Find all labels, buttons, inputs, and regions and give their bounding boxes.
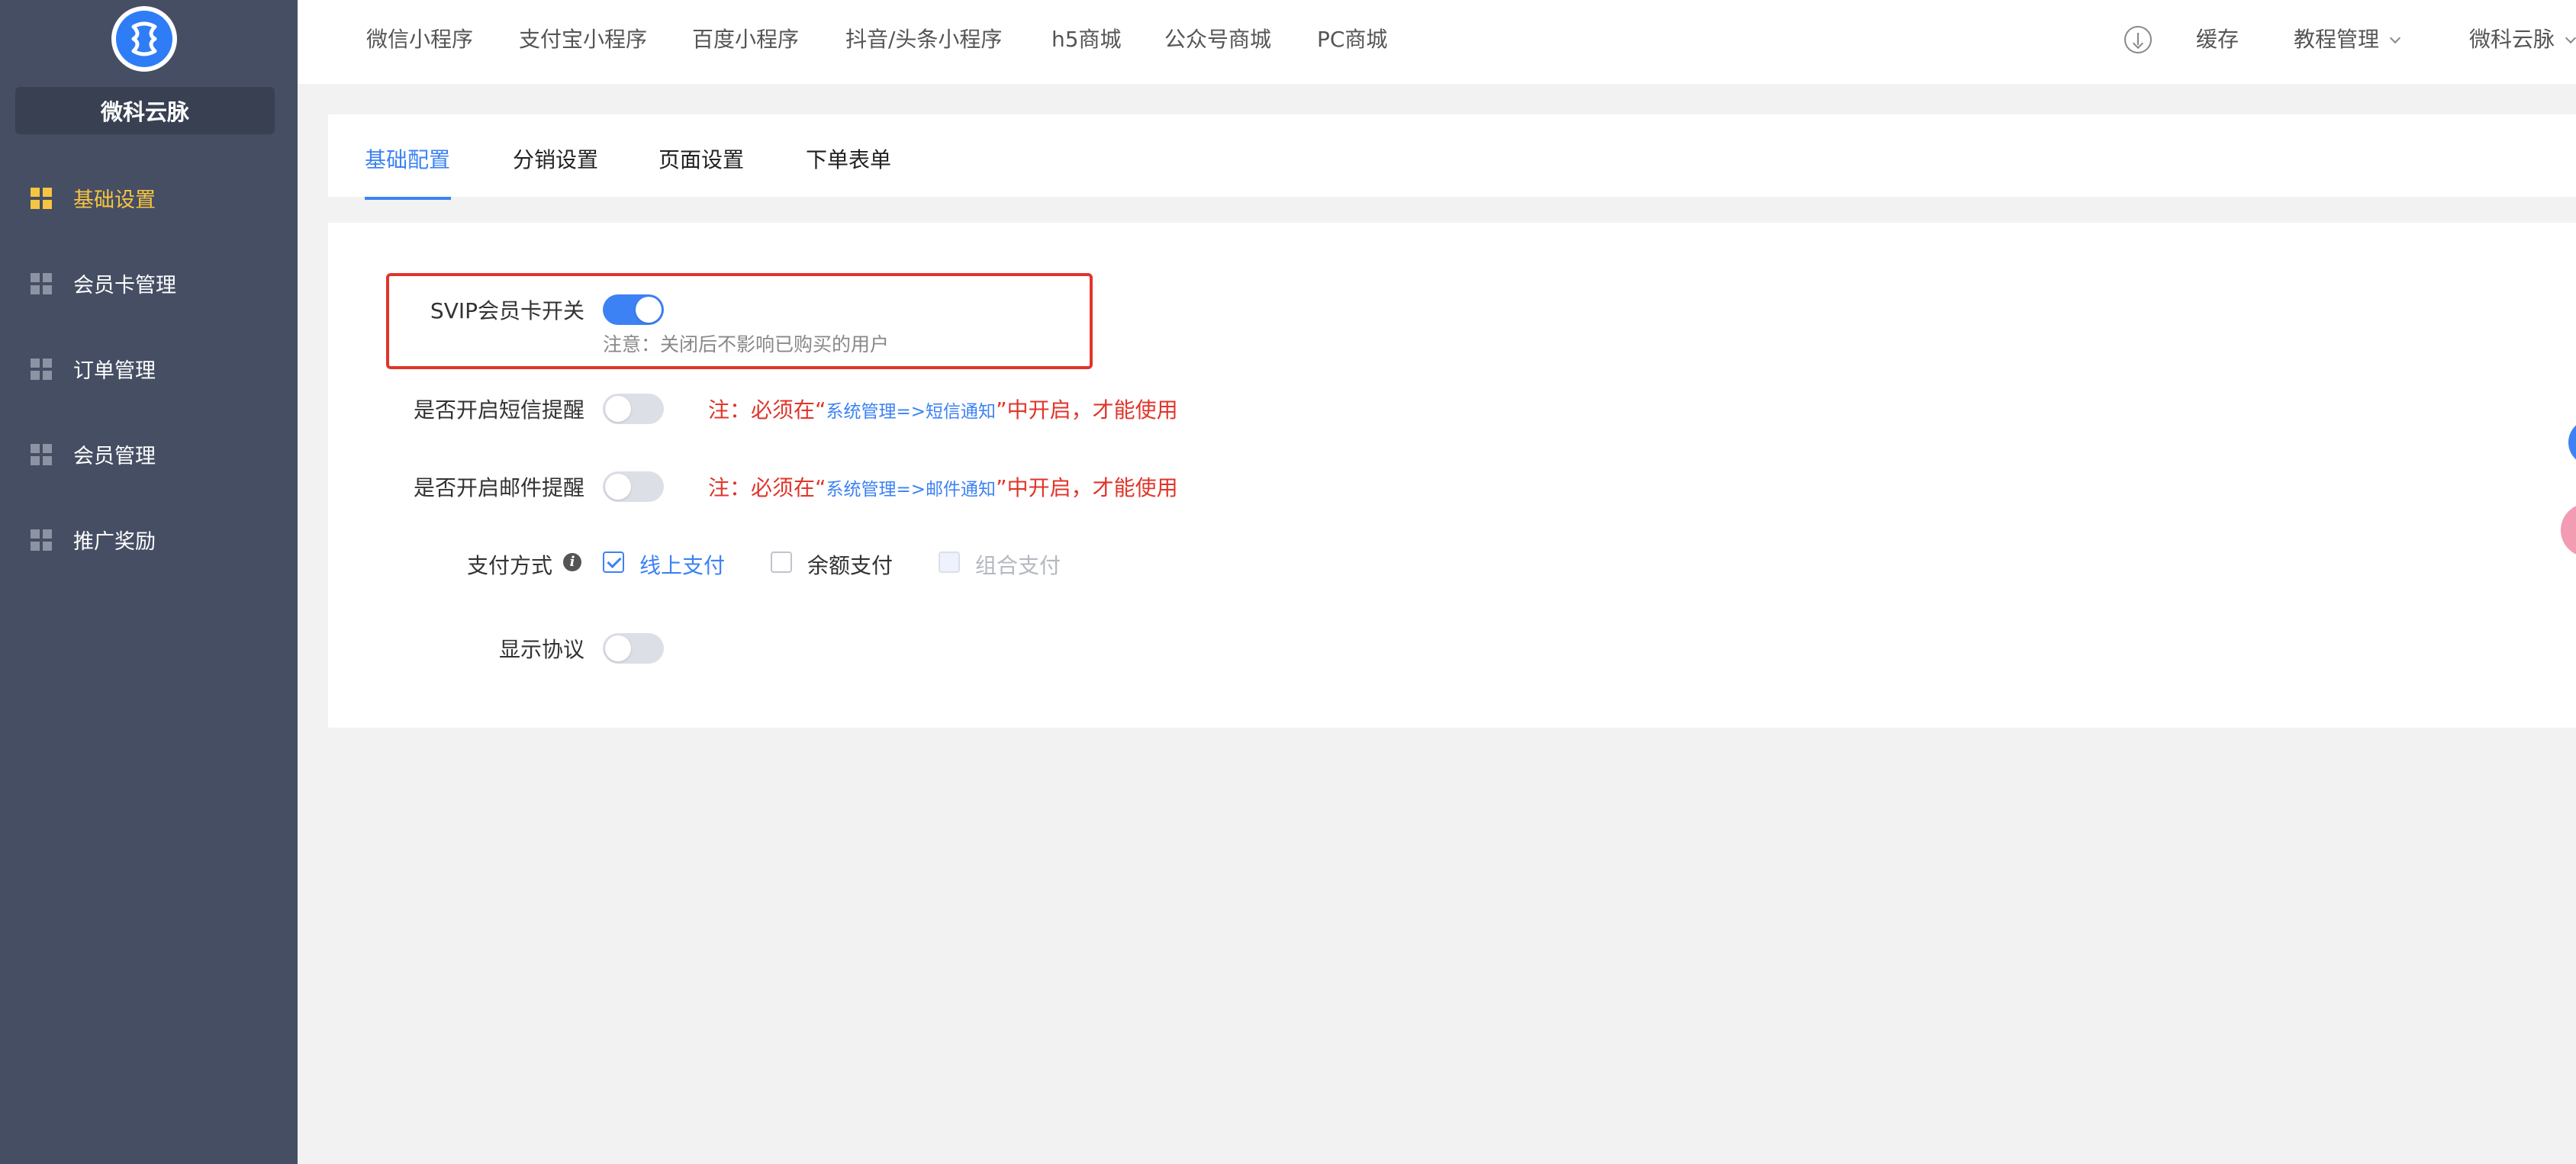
download-icon[interactable]: [2124, 26, 2152, 53]
sidebar-item-membership-cards[interactable]: 会员卡管理: [0, 255, 298, 308]
sidebar-item-basic-settings[interactable]: 基础设置: [0, 169, 298, 223]
grid-icon: [31, 359, 52, 380]
warning-text: ”中开启，才能使用: [996, 397, 1178, 423]
tutorial-menu-label: 教程管理: [2294, 27, 2380, 52]
sidebar-item-label: 订单管理: [73, 359, 156, 383]
payment-method-label: 支付方式: [466, 553, 552, 578]
show-agreement-switch[interactable]: [603, 633, 664, 664]
nav-link-h5-mall[interactable]: h5商城: [1051, 23, 1122, 53]
grid-icon: [31, 188, 52, 209]
show-agreement-label: 显示协议: [498, 637, 584, 662]
mail-settings-link[interactable]: 系统管理=>邮件通知: [826, 480, 997, 500]
nav-link-pc-mall[interactable]: PC商城: [1317, 23, 1387, 53]
combined-payment-label: 组合支付: [975, 553, 1061, 578]
user-menu-label: 微科云脉: [2469, 27, 2555, 52]
sidebar-item-label: 会员管理: [73, 445, 156, 468]
mail-reminder-label: 是否开启邮件提醒: [413, 475, 584, 500]
svip-note: 注意：关闭后不影响已购买的用户: [603, 333, 890, 355]
info-icon[interactable]: i: [563, 553, 581, 571]
tab-basic-config[interactable]: 基础配置: [365, 143, 450, 174]
nav-link-douyin-miniprogram[interactable]: 抖音/头条小程序: [845, 23, 1002, 53]
balance-payment-label[interactable]: 余额支付: [807, 549, 893, 580]
sms-reminder-label: 是否开启短信提醒: [413, 397, 584, 423]
sidebar-item-promotion-rewards[interactable]: 推广奖励: [0, 511, 298, 564]
nav-link-baidu-miniprogram[interactable]: 百度小程序: [692, 23, 799, 53]
grid-icon: [31, 273, 52, 294]
user-menu[interactable]: 微科云脉: [2469, 23, 2576, 53]
nav-link-wechat-miniprogram[interactable]: 微信小程序: [366, 23, 473, 53]
mail-warning: 注：必须在“系统管理=>邮件通知”中开启，才能使用: [708, 471, 1178, 502]
grid-icon: [31, 529, 52, 551]
tutorial-menu[interactable]: 教程管理: [2294, 23, 2401, 53]
tab-order-form[interactable]: 下单表单: [806, 143, 891, 174]
cache-button[interactable]: 缓存: [2196, 23, 2239, 53]
mail-reminder-switch[interactable]: [603, 471, 664, 502]
tab-bar: 基础配置 分销设置 页面设置 下单表单: [328, 114, 2576, 200]
active-tab-indicator: [365, 197, 451, 200]
sidebar-item-members[interactable]: 会员管理: [0, 426, 298, 479]
chevron-down-icon: [2565, 32, 2576, 44]
top-header: 微信小程序 支付宝小程序 百度小程序 抖音/头条小程序 h5商城 公众号商城 P…: [298, 0, 2576, 84]
brand-logo-icon[interactable]: [111, 6, 177, 72]
chevron-down-icon: [2389, 32, 2401, 44]
sidebar: 微科云脉 基础设置 会员卡管理 订单管理 会员管理 推广奖励: [0, 0, 298, 1164]
svip-switch-label: SVIP会员卡开关: [430, 298, 584, 323]
nav-link-official-account-mall[interactable]: 公众号商城: [1164, 23, 1271, 53]
sidebar-item-label: 会员卡管理: [73, 274, 176, 297]
sms-warning: 注：必须在“系统管理=>短信通知”中开启，才能使用: [708, 394, 1178, 424]
combined-payment-checkbox: [939, 551, 960, 573]
svip-switch[interactable]: [603, 294, 664, 325]
sidebar-item-label: 基础设置: [73, 188, 156, 212]
sms-settings-link[interactable]: 系统管理=>短信通知: [826, 402, 997, 422]
brand-name: 微科云脉: [15, 87, 275, 134]
nav-link-alipay-miniprogram[interactable]: 支付宝小程序: [519, 23, 647, 53]
sidebar-item-orders[interactable]: 订单管理: [0, 340, 298, 394]
warning-text: ”中开启，才能使用: [996, 475, 1178, 500]
online-payment-checkbox[interactable]: [603, 551, 624, 573]
sms-reminder-switch[interactable]: [603, 394, 664, 424]
warning-text: 注：必须在“: [708, 475, 826, 500]
online-payment-label[interactable]: 线上支付: [639, 549, 725, 580]
sidebar-item-label: 推广奖励: [73, 530, 156, 554]
warning-text: 注：必须在“: [708, 397, 826, 423]
tab-distribution-settings[interactable]: 分销设置: [513, 143, 598, 174]
tab-page-settings[interactable]: 页面设置: [658, 143, 744, 174]
grid-icon: [31, 444, 52, 465]
balance-payment-checkbox[interactable]: [771, 551, 792, 573]
